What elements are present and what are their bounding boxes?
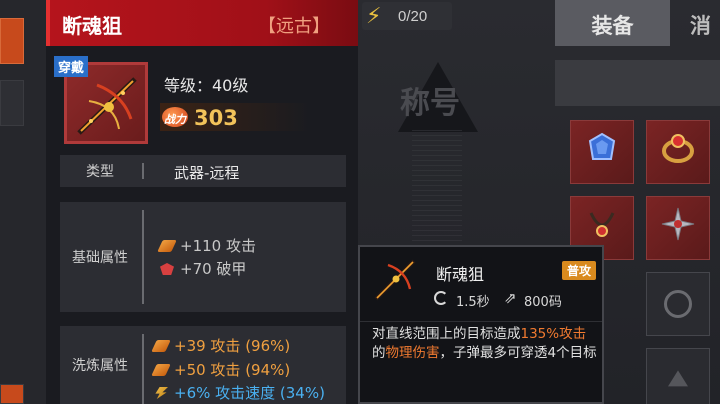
- range-icon: ⇗: [504, 289, 517, 307]
- background-left-panel: [0, 0, 46, 404]
- type-key: 类型: [86, 164, 114, 180]
- empty-slot-icon: [664, 290, 692, 318]
- stat-line: +110 攻击: [157, 235, 256, 256]
- base-stats-key: 基础属性: [72, 250, 128, 266]
- divider: [142, 163, 144, 179]
- attack-icon: [157, 240, 177, 252]
- equipment-slot[interactable]: [646, 196, 710, 260]
- title-banner[interactable]: 称号: [400, 78, 460, 122]
- decorative-lines: [412, 130, 462, 250]
- empty-slot[interactable]: [646, 348, 710, 404]
- refined-stats-key: 洗炼属性: [72, 358, 128, 374]
- energy-counter: ⚡ 0/20: [362, 2, 452, 30]
- shuriken-icon: [660, 206, 696, 250]
- item-name: 断魂狙: [62, 14, 122, 38]
- cooldown-icon: [434, 291, 448, 305]
- side-slot[interactable]: [0, 384, 24, 404]
- tab-bar: [555, 60, 720, 106]
- energy-count: 0/20: [398, 8, 428, 25]
- empty-slot-icon: [668, 370, 688, 387]
- attack-speed-icon: [155, 387, 168, 399]
- armor-break-icon: [160, 263, 174, 275]
- attack-icon: [151, 364, 171, 376]
- cooldown-value: 1.5秒: [456, 295, 490, 310]
- divider: [142, 210, 144, 304]
- type-row: 类型 武器-远程: [60, 155, 346, 187]
- bracer-icon: [585, 131, 619, 173]
- stat-line: +6% 攻击速度 (34%): [154, 382, 325, 403]
- crossbow-icon: [374, 259, 416, 301]
- item-level: 等级：40级: [164, 76, 249, 95]
- stat-line: +50 攻击 (94%): [151, 359, 290, 380]
- skill-tooltip: 断魂狙 普攻 1.5秒 ⇗ 800码 对直线范围上的目标造成135%攻击的物理伤…: [358, 245, 604, 404]
- range-value: 800码: [524, 295, 562, 310]
- ring-icon: [660, 131, 696, 173]
- skill-description: 对直线范围上的目标造成135%攻击的物理伤害，子弹最多可穿透4个目标: [372, 326, 597, 361]
- item-tier: 【远古】: [258, 16, 330, 37]
- equipment-slot[interactable]: [570, 120, 634, 184]
- side-slot[interactable]: [0, 80, 24, 126]
- tooltip-divider: [360, 321, 602, 322]
- stat-line: +39 攻击 (96%): [151, 335, 290, 356]
- equipped-badge: 穿戴: [54, 56, 89, 77]
- lightning-icon: ⚡: [366, 4, 382, 29]
- side-slot[interactable]: [0, 18, 24, 64]
- stat-line: +70 破甲: [160, 258, 246, 279]
- type-value: 武器-远程: [174, 164, 240, 182]
- refined-stats-row: 洗炼属性 +39 攻击 (96%) +50 攻击 (94%) +6% 攻击速度 …: [60, 326, 346, 404]
- necklace-icon: [585, 207, 619, 249]
- tab-equipment[interactable]: 装备: [555, 0, 670, 46]
- skill-type-badge: 普攻: [561, 261, 596, 280]
- empty-slot[interactable]: [646, 272, 710, 336]
- combat-power: 战力 303: [160, 103, 310, 131]
- divider: [142, 334, 144, 404]
- item-header: 断魂狙 【远古】: [46, 0, 358, 46]
- power-label: 战力: [164, 113, 186, 126]
- power-value: 303: [194, 106, 238, 130]
- base-stats-row: 基础属性 +110 攻击 +70 破甲: [60, 202, 346, 312]
- tooltip-skill-name: 断魂狙: [436, 265, 485, 284]
- crossbow-icon: [77, 77, 137, 135]
- attack-icon: [151, 340, 171, 352]
- tab-consumables[interactable]: 消: [690, 0, 711, 46]
- equipment-slot[interactable]: [646, 120, 710, 184]
